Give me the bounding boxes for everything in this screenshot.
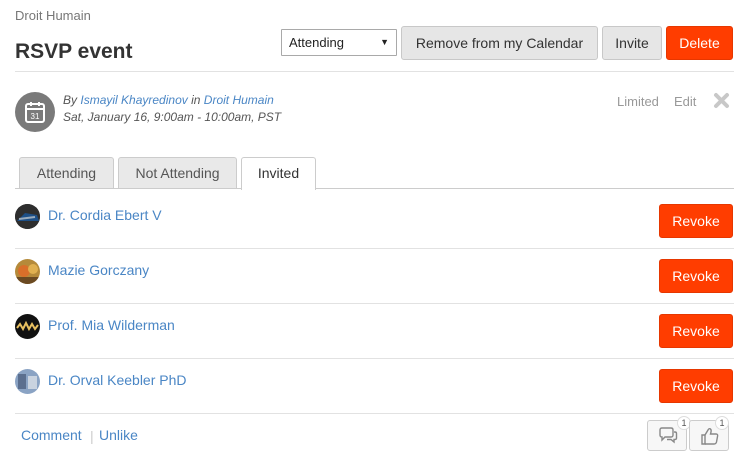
event-datetime: Sat, January 16, 9:00am - 10:00am, PST	[63, 110, 282, 124]
comment-link[interactable]: Comment	[21, 427, 82, 443]
rsvp-select[interactable]: Attending ▼	[281, 29, 397, 56]
row-divider	[15, 248, 734, 249]
chevron-down-icon: ▼	[380, 37, 389, 47]
close-icon[interactable]	[713, 92, 730, 114]
revoke-button[interactable]: Revoke	[659, 259, 733, 293]
revoke-button[interactable]: Revoke	[659, 314, 733, 348]
calendar-icon: 31	[15, 92, 55, 132]
group-breadcrumb[interactable]: Droit Humain	[15, 8, 91, 23]
rsvp-select-value: Attending	[289, 35, 344, 50]
comments-icon	[659, 427, 678, 444]
revoke-button[interactable]: Revoke	[659, 369, 733, 403]
delete-button[interactable]: Delete	[666, 26, 733, 60]
row-divider	[15, 413, 734, 414]
invitee-name[interactable]: Dr. Cordia Ebert V	[48, 207, 162, 223]
group-link[interactable]: Droit Humain	[204, 93, 274, 107]
edit-link[interactable]: Edit	[674, 94, 696, 109]
avatar[interactable]	[15, 259, 40, 284]
row-divider	[15, 358, 734, 359]
tab-not-attending[interactable]: Not Attending	[118, 157, 237, 189]
author-link[interactable]: Ismayil Khayredinov	[80, 93, 187, 107]
tab-attending[interactable]: Attending	[19, 157, 114, 189]
avatar[interactable]	[15, 204, 40, 229]
row-divider	[15, 303, 734, 304]
by-prefix: By	[63, 93, 78, 107]
avatar[interactable]	[15, 314, 40, 339]
page-title: RSVP event	[15, 40, 133, 63]
event-author-line: By Ismayil Khayredinov in Droit Humain	[63, 93, 274, 107]
invite-button[interactable]: Invite	[602, 26, 662, 60]
invitee-name[interactable]: Prof. Mia Wilderman	[48, 317, 175, 333]
in-word: in	[191, 93, 201, 107]
access-level: Limited	[617, 94, 659, 109]
unlike-link[interactable]: Unlike	[99, 427, 138, 443]
avatar[interactable]	[15, 369, 40, 394]
invitee-name[interactable]: Mazie Gorczany	[48, 262, 149, 278]
header-divider	[15, 71, 734, 72]
calendar-day: 31	[31, 112, 40, 121]
remove-from-calendar-button[interactable]: Remove from my Calendar	[401, 26, 598, 60]
invitee-name[interactable]: Dr. Orval Keebler PhD	[48, 372, 187, 388]
revoke-button[interactable]: Revoke	[659, 204, 733, 238]
thumbs-up-icon	[701, 427, 719, 445]
tabs-baseline	[15, 188, 734, 189]
footer-separator: |	[90, 428, 94, 444]
tab-invited[interactable]: Invited	[241, 157, 316, 190]
likes-count-badge: 1	[715, 416, 729, 430]
